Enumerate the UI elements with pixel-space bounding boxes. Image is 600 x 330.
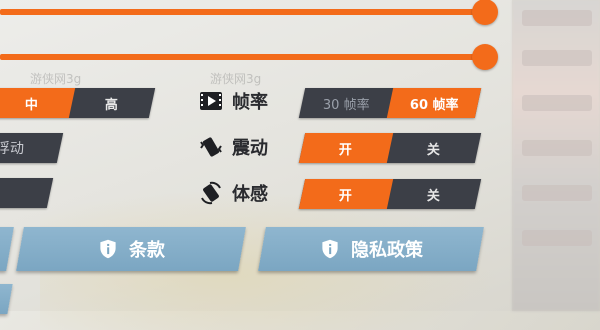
motion-segmented-control[interactable]: 开 关 <box>298 179 482 209</box>
partial-option-button[interactable] <box>0 178 54 208</box>
ghost-row <box>522 50 592 66</box>
watermark: 游侠网3g <box>30 72 82 86</box>
slider-track-1[interactable] <box>0 9 486 15</box>
vibration-option-off[interactable]: 关 <box>387 133 481 163</box>
shield-info-icon <box>100 239 116 259</box>
frame-rate-segmented-control[interactable]: 30 帧率 60 帧率 <box>298 88 482 118</box>
vibration-segmented-control[interactable]: 开 关 <box>298 133 482 163</box>
motion-option-off[interactable]: 关 <box>387 179 481 209</box>
privacy-policy-button[interactable]: 隐私政策 <box>258 227 484 271</box>
quality-segmented-control[interactable]: 中 高 <box>0 88 156 118</box>
phone-vibrate-icon <box>200 137 222 157</box>
terms-button[interactable]: 条款 <box>16 227 246 271</box>
vibration-option-on[interactable]: 开 <box>298 133 394 163</box>
slider-knob-1[interactable] <box>472 0 498 25</box>
phone-rotate-icon <box>201 181 221 205</box>
quality-option-high[interactable]: 高 <box>69 88 155 118</box>
slider-track-2[interactable] <box>0 54 486 60</box>
ghost-row <box>522 95 592 111</box>
frame-rate-option-30[interactable]: 30 帧率 <box>299 88 393 118</box>
motion-option-on[interactable]: 开 <box>298 179 394 209</box>
film-play-icon <box>200 92 222 110</box>
frame-rate-label: 帧率 <box>198 88 268 114</box>
quality-option-medium[interactable]: 中 <box>0 88 76 118</box>
ghost-row <box>522 185 592 201</box>
float-button[interactable]: 浮动 <box>0 133 64 163</box>
ghost-row <box>522 230 592 246</box>
frame-rate-option-60[interactable]: 60 帧率 <box>386 88 482 118</box>
ghost-row <box>522 140 592 156</box>
slider-knob-2[interactable] <box>472 44 498 70</box>
shield-info-icon <box>322 239 338 259</box>
watermark: 游侠网3g <box>210 72 262 86</box>
vibration-label: 震动 <box>198 134 268 160</box>
motion-label: 体感 <box>198 180 268 206</box>
ghost-row <box>522 10 592 26</box>
